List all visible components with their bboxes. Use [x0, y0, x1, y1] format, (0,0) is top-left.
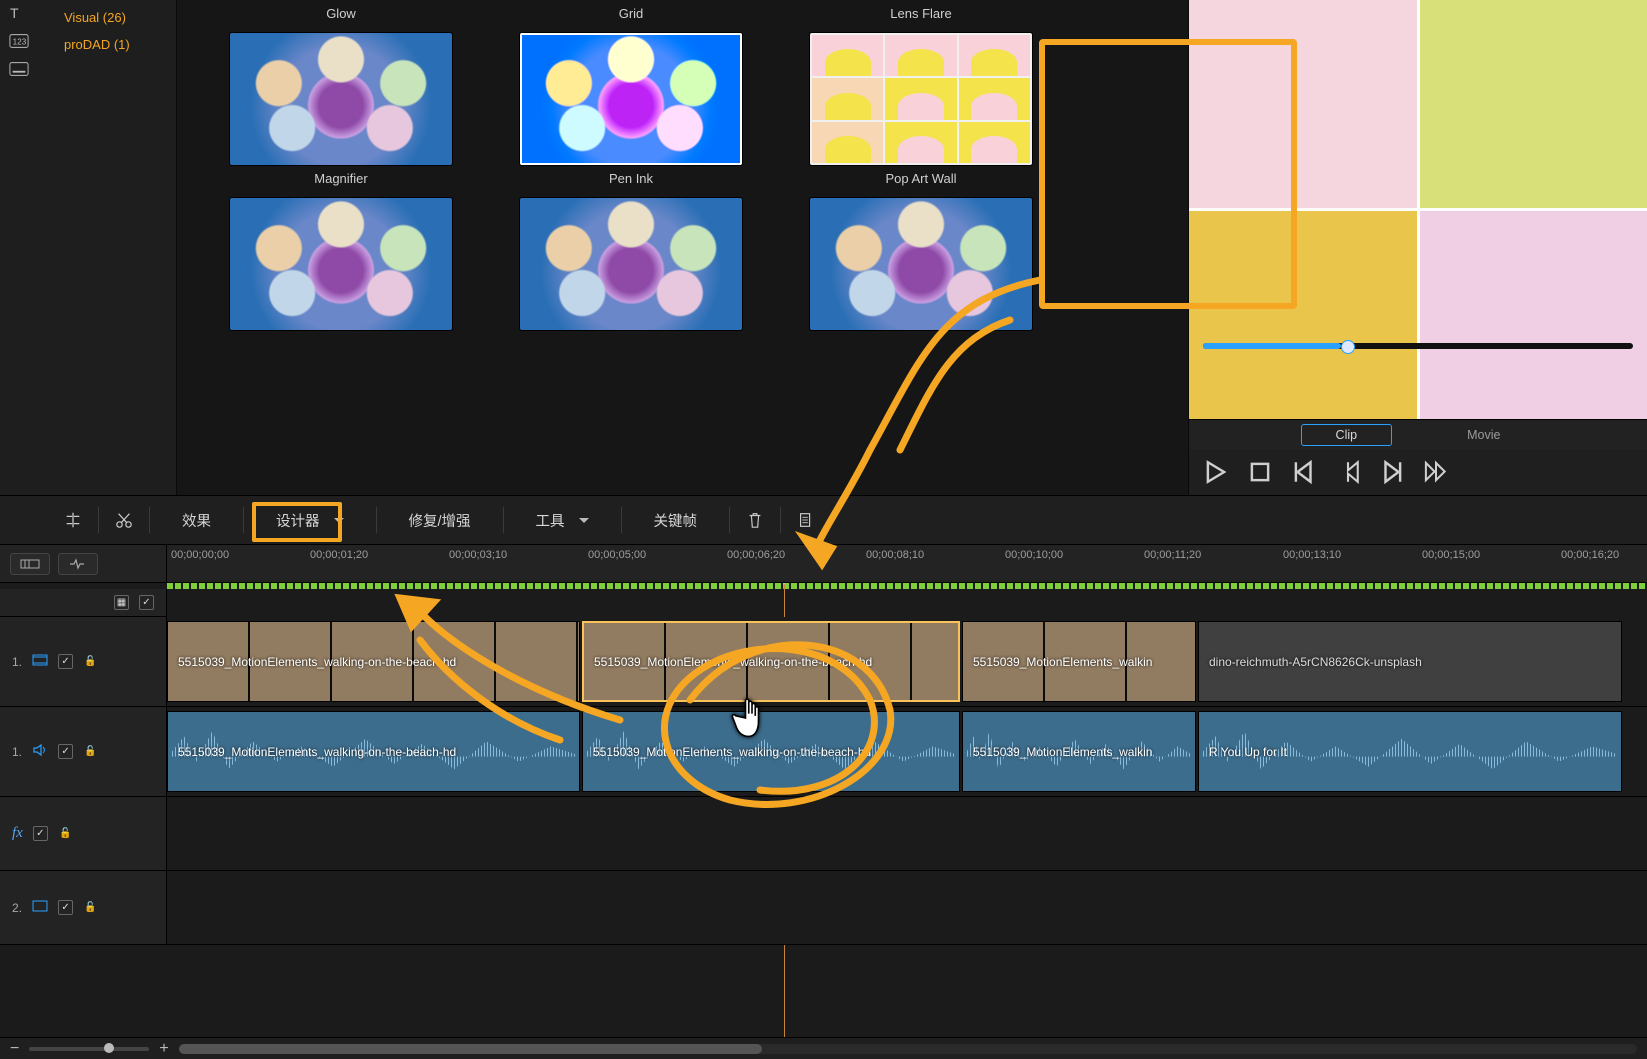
effect-grid[interactable]: Grid: [495, 0, 767, 25]
video-clip-c[interactable]: 5515039_MotionElements_walkin: [962, 621, 1196, 702]
video-track-icon: [32, 899, 48, 916]
effect-penink[interactable]: Pen Ink: [495, 33, 767, 190]
track-visible-icon[interactable]: ✓: [58, 654, 73, 669]
zoom-in-icon[interactable]: +: [159, 1040, 168, 1058]
fx-track-icon: fx: [12, 825, 23, 842]
cut-tool-icon[interactable]: [103, 503, 145, 537]
audio-track-1: 1. ✓ 🔓 5515039_MotionElements_walking-on…: [0, 707, 1647, 797]
video-clip-b[interactable]: 5515039_MotionElements_walking-on-the-be…: [582, 621, 960, 702]
fast-forward-icon[interactable]: [1423, 459, 1449, 485]
timeline-mode-a[interactable]: [10, 553, 50, 575]
ruler-tick: 00;00;05;00: [588, 549, 646, 561]
preview-controls: [1189, 449, 1647, 495]
next-frame-icon[interactable]: [1379, 459, 1405, 485]
timeline-toolbar: 效果 设计器 修复/增强 工具 关键帧: [0, 495, 1647, 545]
preview-tab-movie[interactable]: Movie: [1432, 424, 1535, 446]
preview-tab-clip[interactable]: Clip: [1301, 424, 1393, 446]
audio-clip-d[interactable]: R You Up for It: [1198, 711, 1622, 792]
ruler-tick: 00;00;16;20: [1561, 549, 1619, 561]
ruler-tick: 00;00;03;10: [449, 549, 507, 561]
ruler-tick: 00;00;11;20: [1144, 549, 1201, 561]
prev-frame-icon[interactable]: [1291, 459, 1317, 485]
category-sidebar: T 123 Visual (26) proDAD (1): [0, 0, 177, 495]
track-label: 1.: [12, 745, 22, 759]
track-visible-icon[interactable]: ✓: [33, 826, 48, 841]
effect-lensflare[interactable]: Lens Flare: [785, 0, 1057, 25]
trash-icon[interactable]: [734, 503, 776, 537]
track-visible-icon[interactable]: ✓: [58, 900, 73, 915]
effect-magnifier[interactable]: Magnifier: [205, 33, 477, 190]
track-lock-icon[interactable]: 🔓: [83, 744, 98, 759]
track-lock-icon[interactable]: 🔓: [58, 826, 73, 841]
effect-popartwall[interactable]: Pop Art Wall: [785, 33, 1057, 190]
effects-grid: Glow Grid Lens Flare Magnifier Pen Ink P…: [177, 0, 1188, 495]
audio-track-icon: [32, 743, 48, 760]
ruler-tick: 00;00;08;10: [866, 549, 924, 561]
effect-row3b[interactable]: [495, 198, 767, 340]
tools-button[interactable]: 工具: [508, 503, 617, 537]
header-film-icon[interactable]: ▦: [114, 595, 129, 610]
fx-track: fx ✓ 🔓: [0, 797, 1647, 871]
preview-scrubber[interactable]: [1203, 343, 1633, 349]
zoom-bar: − +: [0, 1037, 1647, 1059]
ruler-tick: 00;00;01;20: [310, 549, 368, 561]
ruler-tick: 00;00;06;20: [727, 549, 785, 561]
track-label: 1.: [12, 655, 22, 669]
step-back-icon[interactable]: [1335, 459, 1361, 485]
horizontal-scrollbar[interactable]: [179, 1044, 1637, 1054]
keyframes-button[interactable]: 关键帧: [626, 503, 726, 537]
effects-button[interactable]: 效果: [154, 503, 239, 537]
counter-icon[interactable]: 123: [8, 32, 30, 50]
ruler-tick: 00;00;13;10: [1283, 549, 1341, 561]
ruler-tick: 00;00;10;00: [1005, 549, 1063, 561]
svg-text:T: T: [10, 5, 19, 21]
track-visible-icon[interactable]: ✓: [58, 744, 73, 759]
video-clip-a[interactable]: 5515039_MotionElements_walking-on-the-be…: [167, 621, 580, 702]
split-tool-icon[interactable]: [52, 503, 94, 537]
video-track-icon: [32, 653, 48, 670]
timeline-mode-b[interactable]: [58, 553, 98, 575]
track-label: 2.: [12, 901, 22, 915]
header-check-icon[interactable]: ✓: [139, 595, 154, 610]
zoom-out-icon[interactable]: −: [10, 1040, 19, 1058]
effect-row3c[interactable]: [785, 198, 1057, 340]
cursor-pointer-icon: [730, 692, 774, 744]
svg-text:123: 123: [13, 38, 27, 47]
timeline-panel: 00;00;00;00 00;00;01;20 00;00;03;10 00;00;0…: [0, 545, 1647, 1059]
fix-enhance-button[interactable]: 修复/增强: [381, 503, 499, 537]
time-ruler[interactable]: 00;00;00;00 00;00;01;20 00;00;03;10 00;00;0…: [167, 545, 1647, 582]
annotation-highlight-effects-btn: [252, 502, 342, 542]
zoom-slider[interactable]: [29, 1047, 149, 1051]
stop-icon[interactable]: [1247, 459, 1273, 485]
effect-glow[interactable]: Glow: [205, 0, 477, 25]
video-track-2: 2. ✓ 🔓: [0, 871, 1647, 945]
ruler-tick: 00;00;15;00: [1422, 549, 1480, 561]
more-icon[interactable]: [785, 503, 827, 537]
effect-row3a[interactable]: [205, 198, 477, 340]
video-track-1: 1. ✓ 🔓 5515039_MotionElements_walking-on…: [0, 617, 1647, 707]
audio-clip-a[interactable]: 5515039_MotionElements_walking-on-the-be…: [167, 711, 580, 792]
glyph-icon[interactable]: T: [8, 4, 30, 22]
track-lock-icon[interactable]: 🔓: [83, 654, 98, 669]
audio-clip-c[interactable]: 5515039_MotionElements_walkin: [962, 711, 1196, 792]
annotation-highlight-popart: [1039, 39, 1297, 309]
play-icon[interactable]: [1203, 459, 1229, 485]
track-lock-icon[interactable]: 🔓: [83, 900, 98, 915]
clip-label: dino-reichmuth-A5rCN8626Ck-unsplash: [1199, 655, 1422, 669]
video-clip-d[interactable]: dino-reichmuth-A5rCN8626Ck-unsplash: [1198, 621, 1622, 702]
caption-icon[interactable]: [8, 60, 30, 78]
ruler-tick: 00;00;00;00: [171, 549, 229, 561]
